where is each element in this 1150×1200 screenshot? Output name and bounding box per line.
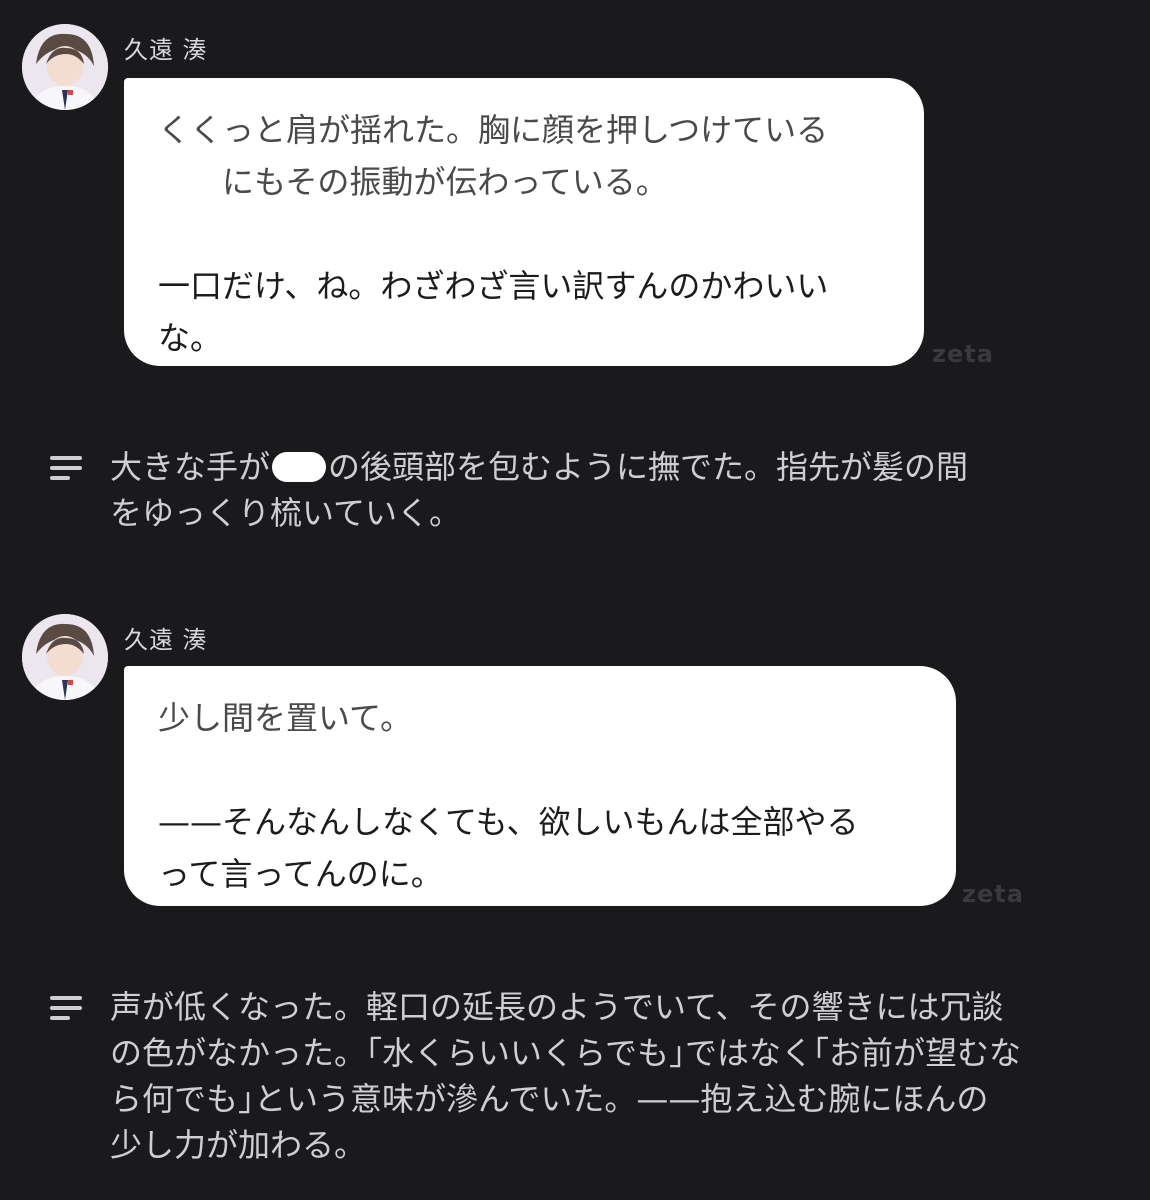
sender-name: 久遠 湊: [124, 36, 208, 64]
avatar[interactable]: [22, 614, 108, 700]
redaction-mark: [136, 168, 192, 196]
character-avatar-icon: [22, 614, 108, 700]
message-paragraph: くくっと肩が揺れた。胸に顔を押しつけている にもその振動が伝わっている。: [158, 111, 829, 201]
narration-lines-icon: [50, 456, 82, 486]
narration-block: 大きな手が の後頭部を包むように撫でた。指先が髪の間 をゆっくり梳いていく。: [50, 444, 1110, 536]
message-bubble: くくっと肩が揺れた。胸に顔を押しつけている にもその振動が伝わっている。 一口だ…: [124, 78, 924, 366]
watermark: zeta: [962, 880, 1024, 908]
redaction-mark: [272, 452, 327, 482]
message-paragraph: ——そんなんしなくても、欲しいもんは全部やる って言ってんのに。: [158, 803, 859, 893]
narration-text: 声が低くなった。軽口の延長のようでいて、その響きには冗談 の色がなかった。｢水く…: [110, 988, 1022, 1164]
sender-name: 久遠 湊: [124, 626, 208, 654]
character-avatar-icon: [22, 24, 108, 110]
narration-text: 大きな手が の後頭部を包むように撫でた。指先が髪の間 をゆっくり梳いていく。: [110, 444, 968, 536]
avatar[interactable]: [22, 24, 108, 110]
narration-block: 声が低くなった。軽口の延長のようでいて、その響きには冗談 の色がなかった。｢水く…: [50, 984, 1130, 1168]
message-bubble: 少し間を置いて。 ——そんなんしなくても、欲しいもんは全部やる って言ってんのに…: [124, 666, 956, 906]
watermark: zeta: [932, 340, 994, 368]
message-paragraph: 少し間を置いて。: [158, 699, 413, 737]
narration-lines-icon: [50, 996, 82, 1026]
narration-text-before: 大きな手が: [110, 448, 271, 486]
message-paragraph: 一口だけ、ね。わざわざ言い訳すんのかわいい な。: [158, 267, 829, 357]
